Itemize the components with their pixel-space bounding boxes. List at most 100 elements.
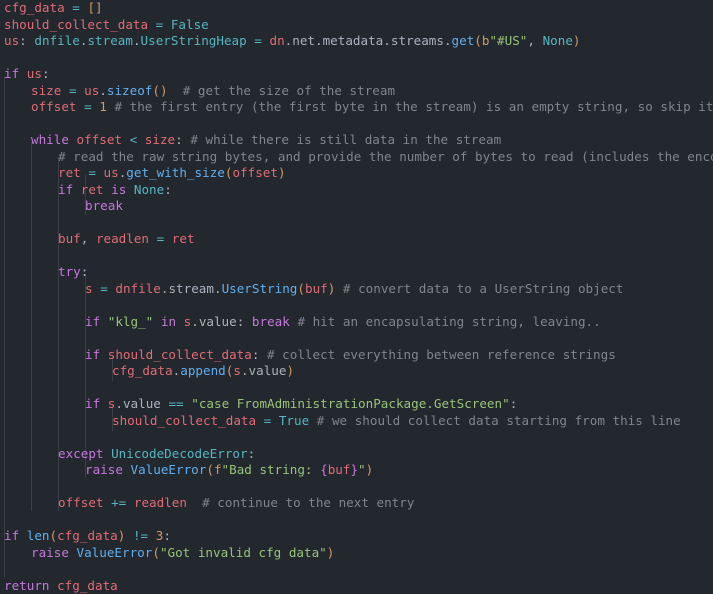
code-token-num: f (213, 462, 222, 477)
code-token-var: should_collect_data (112, 412, 257, 428)
code-token-pl: : (175, 132, 183, 147)
code-line[interactable]: if "klg_" in s.value: break # hit an enc… (0, 314, 713, 331)
code-line[interactable]: raise ValueError("Got invalid cfg data") (0, 545, 713, 562)
code-line[interactable] (0, 215, 713, 232)
code-line[interactable]: size = us.sizeof() # get the size of the… (0, 83, 713, 100)
code-token-var: readlen (95, 231, 150, 246)
code-token-kw: if (85, 396, 101, 411)
code-line[interactable]: if ret is None: (0, 182, 713, 199)
code-line[interactable]: except UnicodeDecodeError: (0, 446, 713, 463)
code-token-kw: if (4, 66, 20, 81)
code-token-var: us (84, 82, 100, 98)
code-line[interactable] (0, 330, 713, 347)
code-line[interactable] (0, 561, 713, 578)
code-token-op: = (88, 165, 96, 180)
code-token-brk-y: ) (326, 544, 335, 560)
code-line[interactable]: if len(cfg_data) != 3: (0, 528, 713, 545)
code-line[interactable]: break (0, 198, 713, 215)
code-line[interactable]: return cfg_data (0, 578, 713, 594)
code-token-op: = (100, 280, 108, 296)
code-token-pl: . (213, 280, 222, 296)
code-token-fn: append (180, 363, 226, 378)
code-token-fn: get (451, 33, 475, 48)
code-token-cmt: # while there is still data in the strea… (190, 132, 502, 147)
code-line[interactable]: if should_collect_data: # collect everyt… (0, 347, 713, 364)
code-token-kw: in (160, 313, 177, 329)
code-token-brk-y: ( (49, 528, 58, 543)
code-token-cmt: # read the raw string bytes, and provide… (58, 148, 713, 164)
code-line[interactable]: should_collect_data = True # we should c… (0, 413, 713, 430)
code-line[interactable]: offset = 1 # the first entry (the first … (0, 99, 713, 116)
code-line[interactable]: try: (0, 264, 713, 281)
code-line[interactable] (0, 297, 713, 314)
code-line[interactable]: cfg_data.append(s.value) (0, 363, 713, 380)
code-token-brk-y: ) (159, 82, 168, 98)
code-editor[interactable]: cfg_data = [] should_collect_data = False… (0, 0, 713, 594)
code-token-pl: : (163, 528, 171, 543)
code-line[interactable]: offset += readlen # continue to the next… (0, 495, 713, 512)
code-token-prop: metadata (322, 33, 384, 48)
code-line[interactable] (0, 248, 713, 265)
code-line[interactable]: if s.value == "case FromAdministrationPa… (0, 396, 713, 413)
code-line[interactable]: buf, readlen = ret (0, 231, 713, 248)
code-line[interactable] (0, 50, 713, 67)
code-line[interactable]: cfg_data = [] (0, 0, 713, 17)
code-token-kw: is (111, 181, 127, 197)
code-token-pl: . (443, 33, 452, 48)
code-line[interactable] (0, 429, 713, 446)
code-line[interactable]: # read the raw string bytes, and provide… (0, 149, 713, 166)
code-line[interactable]: raise ValueError(f"Bad string: {buf}") (0, 462, 713, 479)
code-token-brk-y: ) (572, 33, 581, 48)
code-line[interactable]: ret = us.get_with_size(offset) (0, 165, 713, 182)
code-token-kw: except (58, 445, 104, 461)
code-token-pl: : (164, 181, 172, 197)
code-token-pl: . (115, 396, 123, 411)
code-token-pl: : (509, 396, 518, 411)
code-line[interactable] (0, 512, 713, 529)
code-content[interactable]: cfg_data = [] should_collect_data = False… (0, 0, 713, 594)
code-token-pl: . (132, 33, 141, 48)
code-token-var: offset (31, 99, 77, 114)
code-line[interactable]: s = dnfile.stream.UserString(buf) # conv… (0, 281, 713, 298)
code-token-pl: : (247, 445, 256, 461)
code-token-pl: , (527, 33, 535, 48)
code-token-op: = (72, 0, 80, 15)
code-token-var: us (103, 165, 119, 180)
code-line[interactable]: if us: (0, 66, 713, 83)
code-token-prop: streams (390, 33, 444, 48)
code-token-var: readlen (133, 495, 187, 510)
code-token-pl: : (19, 33, 27, 48)
code-token-brk-y: ) (277, 165, 286, 180)
code-token-fn: len (26, 528, 50, 543)
code-line[interactable]: while offset < size: # while there is st… (0, 132, 713, 149)
code-token-fn: sizeof (106, 82, 153, 98)
code-token-op: = (84, 99, 92, 114)
code-line[interactable] (0, 116, 713, 133)
code-line[interactable]: should_collect_data = False (0, 17, 713, 34)
code-token-str: "#US" (489, 33, 528, 48)
code-token-type: dnfile (34, 33, 80, 48)
code-line[interactable] (0, 479, 713, 496)
code-token-var: cfg_data (57, 577, 118, 593)
code-token-type: UserStringHeap (140, 33, 247, 48)
code-token-kw: if (85, 313, 101, 329)
code-line[interactable] (0, 380, 713, 397)
code-token-var: us (4, 33, 20, 48)
code-token-brk-y: [ (87, 0, 96, 15)
code-token-kw: raise (85, 462, 123, 477)
code-token-brk-y: ( (297, 280, 305, 296)
code-token-var: us (26, 66, 42, 81)
code-line[interactable]: us: dnfile.stream.UserStringHeap = dn.ne… (0, 33, 713, 50)
